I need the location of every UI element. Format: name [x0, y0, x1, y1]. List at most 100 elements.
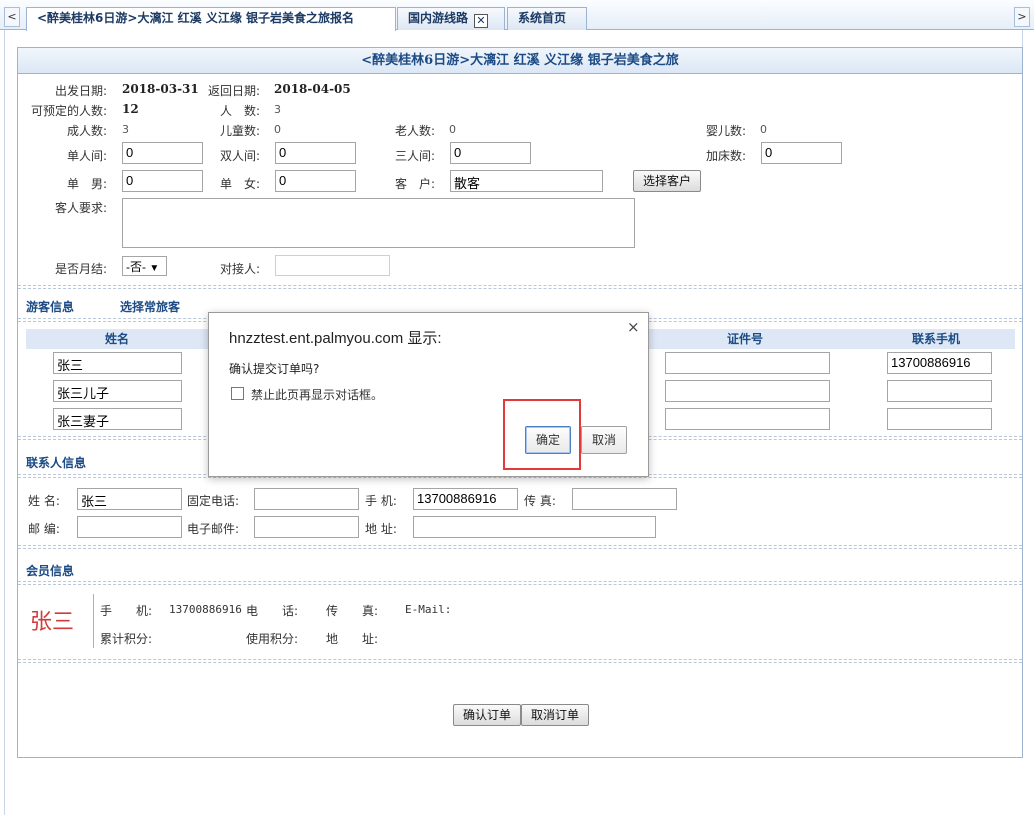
customer-input[interactable]: 散客 — [450, 170, 603, 192]
extra-bed-input[interactable]: 0 — [761, 142, 842, 164]
select-customer-button[interactable]: 选择客户 — [633, 170, 701, 192]
member-section-title: 会员信息 — [26, 564, 75, 578]
tab-system-home[interactable]: 系统首页 — [507, 7, 587, 30]
close-icon[interactable]: ✕ — [474, 14, 489, 28]
divider — [18, 659, 1022, 663]
contact-email-label: 电子邮件: — [187, 522, 240, 536]
tab-domestic-routes[interactable]: 国内游线路 ✕ — [397, 7, 505, 30]
contact-name-input[interactable]: 张三 — [77, 488, 182, 510]
tourist-mobile-input[interactable]: 13700886916 — [887, 352, 992, 374]
tourist-id-input[interactable] — [665, 380, 830, 402]
bookable-label: 可预定的人数: — [31, 104, 108, 118]
member-points-label: 累计积分: — [100, 632, 153, 646]
cancel-order-button[interactable]: 取消订单 — [521, 704, 589, 726]
depart-value: 2018-03-31 — [122, 82, 199, 96]
contact-zip-input[interactable] — [77, 516, 182, 538]
return-value: 2018-04-05 — [274, 82, 351, 96]
single-male-label: 单 男: — [67, 177, 108, 191]
dialog-cancel-button[interactable]: 取消 — [581, 426, 627, 454]
contact-fax-input[interactable] — [572, 488, 677, 510]
member-tel-label: 电 话: — [246, 604, 299, 618]
tab-label: 国内游线路 — [408, 11, 469, 25]
elder-value: 0 — [449, 123, 456, 136]
contact-mobile-input[interactable]: 13700886916 — [413, 488, 518, 510]
contact-email-input[interactable] — [254, 516, 359, 538]
contact-mobile-label: 手 机: — [365, 494, 397, 508]
contact-fax-label: 传 真: — [524, 494, 556, 508]
contact-person-label: 对接人: — [220, 262, 261, 276]
tourist-id-input[interactable] — [665, 352, 830, 374]
divider — [18, 285, 1022, 289]
people-value: 3 — [274, 103, 281, 116]
tab-scroll-left-button[interactable]: < — [4, 7, 20, 27]
adult-value: 3 — [122, 123, 129, 136]
contact-phone-label: 固定电话: — [187, 494, 240, 508]
tab-trip-signup[interactable]: <醉美桂林6日游>大漓江 红溪 义江缘 银子岩美食之旅报名 — [26, 7, 396, 31]
triple-room-label: 三人间: — [395, 149, 436, 163]
contact-address-input[interactable] — [413, 516, 656, 538]
tourist-mobile-input[interactable] — [887, 380, 992, 402]
suppress-dialog-checkbox[interactable] — [231, 387, 244, 400]
depart-label: 出发日期: — [55, 84, 108, 98]
member-mobile-value: 13700886916 — [169, 603, 242, 616]
dialog-ok-button[interactable]: 确定 — [525, 426, 571, 454]
member-fax-label: 传 真: — [326, 604, 379, 618]
member-address-label: 地 址: — [326, 632, 379, 646]
requirements-textarea[interactable] — [122, 198, 635, 248]
tab-label: 系统首页 — [518, 11, 567, 25]
contact-address-label: 地 址: — [365, 522, 397, 536]
tab-label: <醉美桂林6日游>大漓江 红溪 义江缘 银子岩美食之旅报名 — [37, 11, 354, 25]
contact-person-input[interactable] — [275, 255, 390, 276]
contact-zip-label: 邮 编: — [28, 522, 60, 536]
member-used-points-label: 使用积分: — [246, 632, 299, 646]
tourist-mobile-input[interactable] — [887, 408, 992, 430]
infant-value: 0 — [760, 123, 767, 136]
col-mobile: 联系手机 — [912, 332, 961, 346]
customer-label: 客 户: — [395, 177, 436, 191]
dialog-message: 确认提交订单吗? — [229, 362, 320, 376]
monthly-select[interactable]: -否- ▼ — [122, 256, 167, 276]
child-value: 0 — [274, 123, 281, 136]
member-divider — [93, 594, 94, 648]
tourist-name-input[interactable]: 张三 — [53, 352, 182, 374]
tab-strip: < <醉美桂林6日游>大漓江 红溪 义江缘 银子岩美食之旅报名 国内游线路 ✕ 系… — [0, 0, 1034, 31]
elder-label: 老人数: — [395, 124, 436, 138]
divider — [18, 545, 1022, 549]
single-female-input[interactable]: 0 — [275, 170, 356, 192]
contact-name-label: 姓 名: — [28, 494, 60, 508]
infant-label: 婴儿数: — [706, 124, 747, 138]
tourist-id-input[interactable] — [665, 408, 830, 430]
single-male-input[interactable]: 0 — [122, 170, 203, 192]
tab-scroll-right-button[interactable]: > — [1014, 7, 1030, 27]
member-mobile-label: 手 机: — [100, 604, 153, 618]
monthly-label: 是否月结: — [55, 262, 108, 276]
requirements-label: 客人要求: — [55, 201, 108, 215]
tourist-name-input[interactable]: 张三儿子 — [53, 380, 182, 402]
tourist-name-input[interactable]: 张三妻子 — [53, 408, 182, 430]
panel-title: <醉美桂林6日游>大漓江 红溪 义江缘 银子岩美食之旅 — [18, 48, 1022, 74]
left-border — [0, 30, 5, 815]
double-room-label: 双人间: — [220, 149, 261, 163]
chevron-down-icon: ▼ — [149, 263, 160, 274]
single-room-label: 单人间: — [67, 149, 108, 163]
member-email-label: E-Mail: — [405, 603, 452, 616]
confirm-dialog: × hnzztest.ent.palmyou.com 显示: 确认提交订单吗? … — [208, 312, 649, 477]
child-label: 儿童数: — [220, 124, 261, 138]
people-label: 人 数: — [220, 104, 261, 118]
col-name: 姓名 — [105, 332, 130, 346]
dialog-title: hnzztest.ent.palmyou.com 显示: — [229, 330, 442, 347]
member-name: 张三 — [30, 610, 75, 635]
contact-section-title: 联系人信息 — [26, 456, 87, 470]
contact-phone-input[interactable] — [254, 488, 359, 510]
extra-bed-label: 加床数: — [706, 149, 747, 163]
select-frequent-traveler-link[interactable]: 选择常旅客 — [120, 298, 180, 315]
monthly-value: -否- — [126, 260, 146, 274]
single-female-label: 单 女: — [220, 177, 261, 191]
close-icon[interactable]: × — [627, 318, 640, 336]
single-room-input[interactable]: 0 — [122, 142, 203, 164]
double-room-input[interactable]: 0 — [275, 142, 356, 164]
confirm-order-button[interactable]: 确认订单 — [453, 704, 521, 726]
triple-room-input[interactable]: 0 — [450, 142, 531, 164]
col-id-no: 证件号 — [727, 332, 764, 346]
suppress-dialog-label: 禁止此页再显示对话框。 — [251, 388, 384, 402]
